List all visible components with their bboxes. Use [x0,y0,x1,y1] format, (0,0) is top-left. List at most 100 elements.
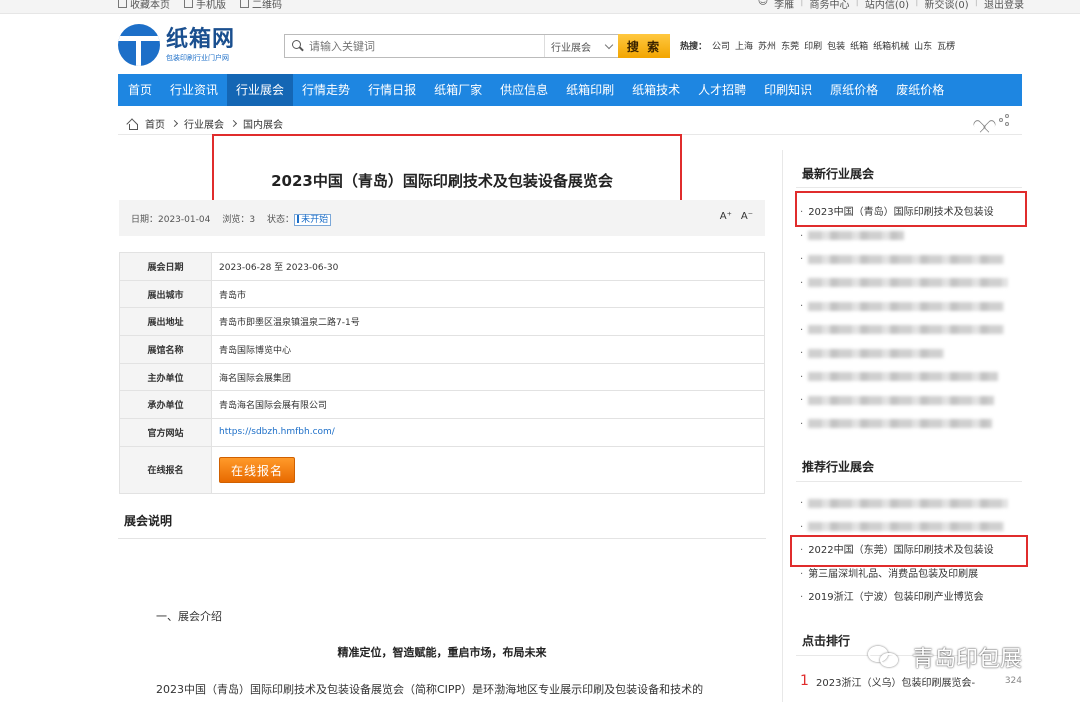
qrcode-link[interactable]: 二维码 [240,0,282,11]
business-center-link[interactable]: 商务中心 [810,0,850,11]
register-button[interactable]: 在线报名 [219,456,295,483]
hot-term[interactable]: 瓦楞 [937,39,955,52]
hot-term[interactable]: 东莞 [781,39,799,52]
list-item-blurred[interactable] [800,413,1022,437]
table-row: 在线报名 在线报名 [119,445,765,494]
nav-paper-price[interactable]: 原纸价格 [821,74,887,106]
status-row: 状态： 未开始 [267,212,332,226]
font-increase-button[interactable]: A⁺ [720,211,732,222]
nav-home[interactable]: 首页 [118,74,161,106]
table-row: 展出城市 青岛市 [119,279,765,309]
list-item-blurred[interactable] [800,295,1022,319]
user-icon: ☺ [757,0,769,7]
home-icon [127,119,138,130]
divider [796,481,1022,482]
list-item-blurred[interactable] [800,342,1022,366]
nav-exhibitions[interactable]: 行业展会 [227,74,294,106]
nav-knowledge[interactable]: 印刷知识 [755,74,821,106]
favorite-icon[interactable] [978,114,991,126]
rank-number: 1 [800,673,809,689]
intro-paragraph: 2023中国（青岛）国际印刷技术及包装设备展览会（简称CIPP）是环渤海地区专业… [156,683,704,696]
username-link[interactable]: 李雁 [774,0,794,11]
table-row: 主办单位 海名国际会展集团 [119,362,765,392]
breadcrumb: 首页 行业展会 国内展会 [127,116,283,131]
hot-search: 热搜： 公司 上海 苏州 东莞 印刷 包装 纸箱 纸箱机械 山东 瓦楞 [680,39,955,52]
nav-factories[interactable]: 纸箱厂家 [425,74,491,106]
top-utility-bar: 收藏本页 手机版 二维码 ☺ 李雁 | 商务中心 | 站内信(0) | 新交谈(0) |… [0,0,1080,14]
nav-waste-price[interactable]: 废纸价格 [887,74,953,106]
breadcrumb-domestic[interactable]: 国内展会 [243,116,283,131]
recommend-highlight-box [790,535,1028,567]
recommended-exhibitions-title: 推荐行业展会 [802,460,875,474]
official-website-link[interactable]: https://sdbzh.hmfbh.com/ [219,427,335,437]
table-row: 展出地址 青岛市即墨区温泉镇温泉二路7-1号 [119,307,765,337]
hot-term[interactable]: 印刷 [804,39,822,52]
logo-subtitle: 包装印刷行业门户网 [166,53,229,62]
ranking-list: 1 2023浙江（义乌）包装印刷展览会- 324 [800,670,1022,692]
search-button[interactable]: 搜 索 [618,34,670,58]
table-row: 展会日期 2023-06-28 至 2023-06-30 [119,252,765,281]
chevron-right-icon [170,119,179,128]
breadcrumb-home[interactable]: 首页 [145,116,165,131]
hot-term[interactable]: 公司 [712,39,730,52]
intro-heading: 一、展会介绍 [156,610,222,623]
slogan: 精准定位，智造赋能，重启市场，布局未来 [337,646,547,659]
mobile-icon [184,0,193,8]
latest-exhibitions-title: 最新行业展会 [802,167,875,181]
font-decrease-button[interactable]: A⁻ [741,211,753,222]
table-row: 承办单位 青岛海名国际会展有限公司 [119,390,765,420]
inbox-link[interactable]: 站内信(0) [865,0,909,11]
breadcrumb-exhibitions[interactable]: 行业展会 [184,116,224,131]
watermark: 青岛印包展 [866,641,1022,673]
bookmark-icon [118,0,127,8]
publish-date: 日期：2023-01-04 [131,215,211,225]
table-row: 官方网站 https://sdbzh.hmfbh.com/ [119,418,765,447]
hot-term[interactable]: 包装 [827,39,845,52]
list-item-blurred[interactable] [800,389,1022,413]
chat-link[interactable]: 新交谈(0) [924,0,968,11]
list-item-blurred[interactable] [800,248,1022,272]
chevron-right-icon [229,119,238,128]
divider [796,187,1022,188]
list-item-blurred[interactable] [800,272,1022,296]
search-category-select[interactable]: 行业展会 [544,35,618,57]
share-icon[interactable] [999,114,1011,126]
nav-printing[interactable]: 纸箱印刷 [557,74,623,106]
list-item[interactable]: 2019浙江（宁波）包装印刷产业博览会 [800,586,1022,610]
nav-supply[interactable]: 供应信息 [491,74,557,106]
section-title: 展会说明 [124,514,173,528]
hot-term[interactable]: 山东 [914,39,932,52]
nav-trends[interactable]: 行情走势 [293,74,359,106]
search-input[interactable] [305,39,544,53]
latest-exhibitions-list: 2023中国（青岛）国际印刷技术及包装设 [800,201,1022,436]
table-row: 展馆名称 青岛国际博览中心 [119,335,765,364]
hot-term[interactable]: 苏州 [758,39,776,52]
nav-tech[interactable]: 纸箱技术 [623,74,689,106]
mobile-link[interactable]: 手机版 [184,0,226,11]
nav-daily[interactable]: 行情日报 [359,74,425,106]
wechat-icon [866,644,906,670]
list-item-blurred[interactable] [800,492,1022,516]
hot-term[interactable]: 上海 [735,39,753,52]
rank-count: 324 [1004,676,1022,686]
nav-jobs[interactable]: 人才招聘 [689,74,755,106]
exhibition-info-table: 展会日期 2023-06-28 至 2023-06-30 展出城市 青岛市 展出地址… [119,252,765,494]
hot-term[interactable]: 纸箱 [850,39,868,52]
site-logo[interactable]: 纸箱网 包装印刷行业门户网 [118,24,235,66]
list-item-blurred[interactable] [800,366,1022,390]
logo-icon [118,24,160,66]
rank-row[interactable]: 1 2023浙江（义乌）包装印刷展览会- 324 [800,670,1022,692]
logout-link[interactable]: 退出登录 [984,0,1024,11]
status-badge: 未开始 [294,214,332,226]
share-tools [978,114,1011,126]
hot-term[interactable]: 纸箱机械 [873,39,909,52]
main-nav: 首页 行业资讯 行业展会 行情走势 行情日报 纸箱厂家 供应信息 纸箱印刷 纸箱… [118,74,1022,106]
list-item-blurred[interactable] [800,225,1022,249]
article-meta: 日期：2023-01-04 浏览：3 状态： 未开始 A⁺ A⁻ [119,200,765,236]
view-count: 浏览：3 [222,215,256,225]
list-item-blurred[interactable] [800,319,1022,343]
nav-news[interactable]: 行业资讯 [161,74,227,106]
bookmark-link[interactable]: 收藏本页 [118,0,170,11]
divider [118,538,766,539]
ranking-title: 点击排行 [802,634,851,648]
